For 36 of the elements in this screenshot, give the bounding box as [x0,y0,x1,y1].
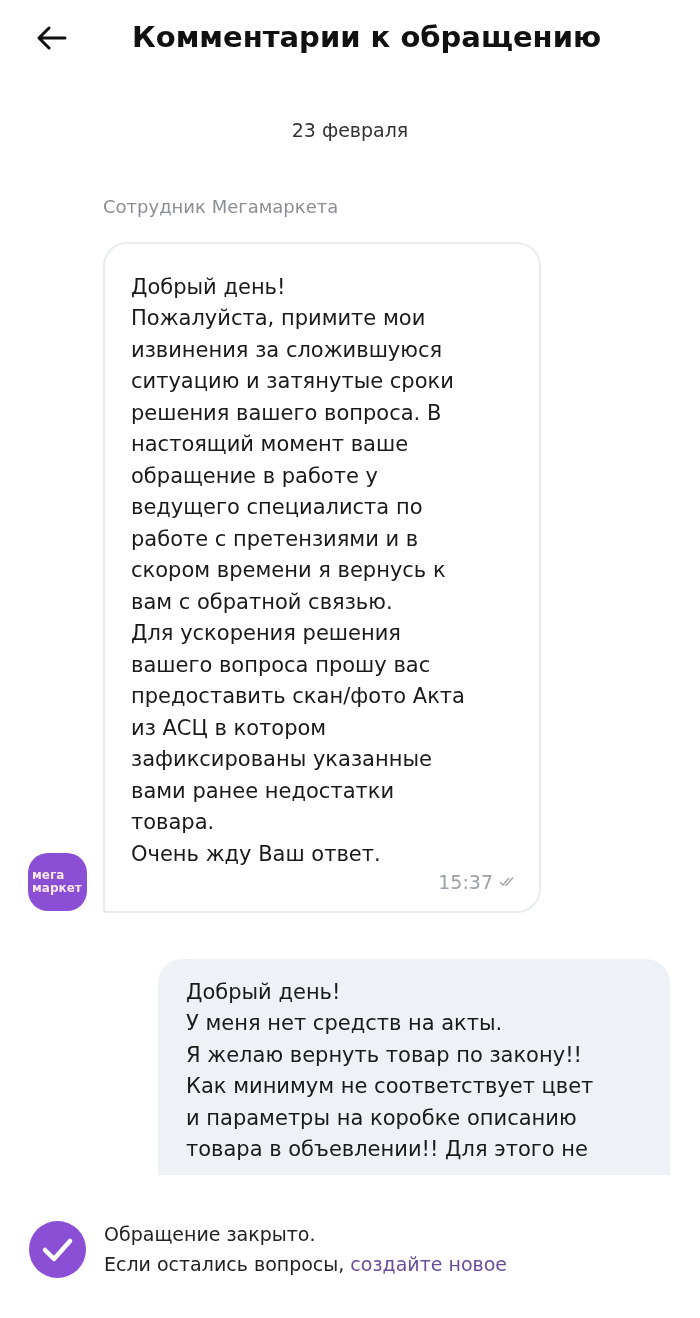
message-text-line: товара. [131,809,216,836]
message-text-line: решения вашего вопроса. В [131,399,443,427]
back-arrow-icon [37,26,67,50]
message-text-line: ситуацию и затянутые сроки [131,368,455,395]
status-text: Обращение закрыто. [104,1222,317,1247]
message-text-line: вашего вопроса прошу вас [131,651,432,679]
message-text-line: работе с претензиями и в [131,525,420,553]
message-text-line: настоящий момент ваше [131,431,410,458]
message-text-line: товара в объевлении!! Для этого не [186,1136,589,1163]
logo-text: маркет [32,881,83,895]
message-text-line: У меня нет средств на акты. [186,1010,504,1037]
message-text-line: ведущего специалиста по [131,494,424,521]
create-new-link[interactable]: создайте новое [350,1249,508,1279]
message-text-line: Я желаю вернуть товар по закону!! [186,1041,583,1069]
message-text-line: Очень жду Ваш ответ. [131,840,382,868]
message-text-line: скором времени я вернусь к [131,557,447,584]
message-text-line: Пожалуйста, примите мои [131,305,427,332]
message-text-line: Как минимум не соответствует цвет [186,1073,595,1100]
message-text-line: вам с обратной связью. [131,588,394,616]
check-circle-icon [29,1220,86,1278]
message-text-line: Добрый день! [186,978,342,1006]
message-text-line: зафиксированы указанные [131,746,433,773]
message-time: 15:37 [438,870,493,895]
page-title: Комментарии к обращению [132,19,602,57]
date-label: 23 февраля [291,118,409,143]
message-text-line: вами ранее недостатки [131,777,396,805]
status-text: Если остались вопросы, [104,1252,345,1277]
message-text-line: из АСЦ в котором [131,714,328,742]
message-text-line: предоставить скан/фото Акта [131,683,466,710]
message-text-line: Добрый день! [131,273,287,301]
message-text-line: и параметры на коробке описанию [186,1104,578,1132]
message-text-line: Для ускорения решения [131,620,402,647]
message-text-line: обращение в работе у [131,462,379,490]
message-text-line: извинения за сложившуюся [131,336,444,364]
sender-name: Сотрудник Мегамаркета [103,194,339,219]
logo-text: мега [32,868,66,882]
